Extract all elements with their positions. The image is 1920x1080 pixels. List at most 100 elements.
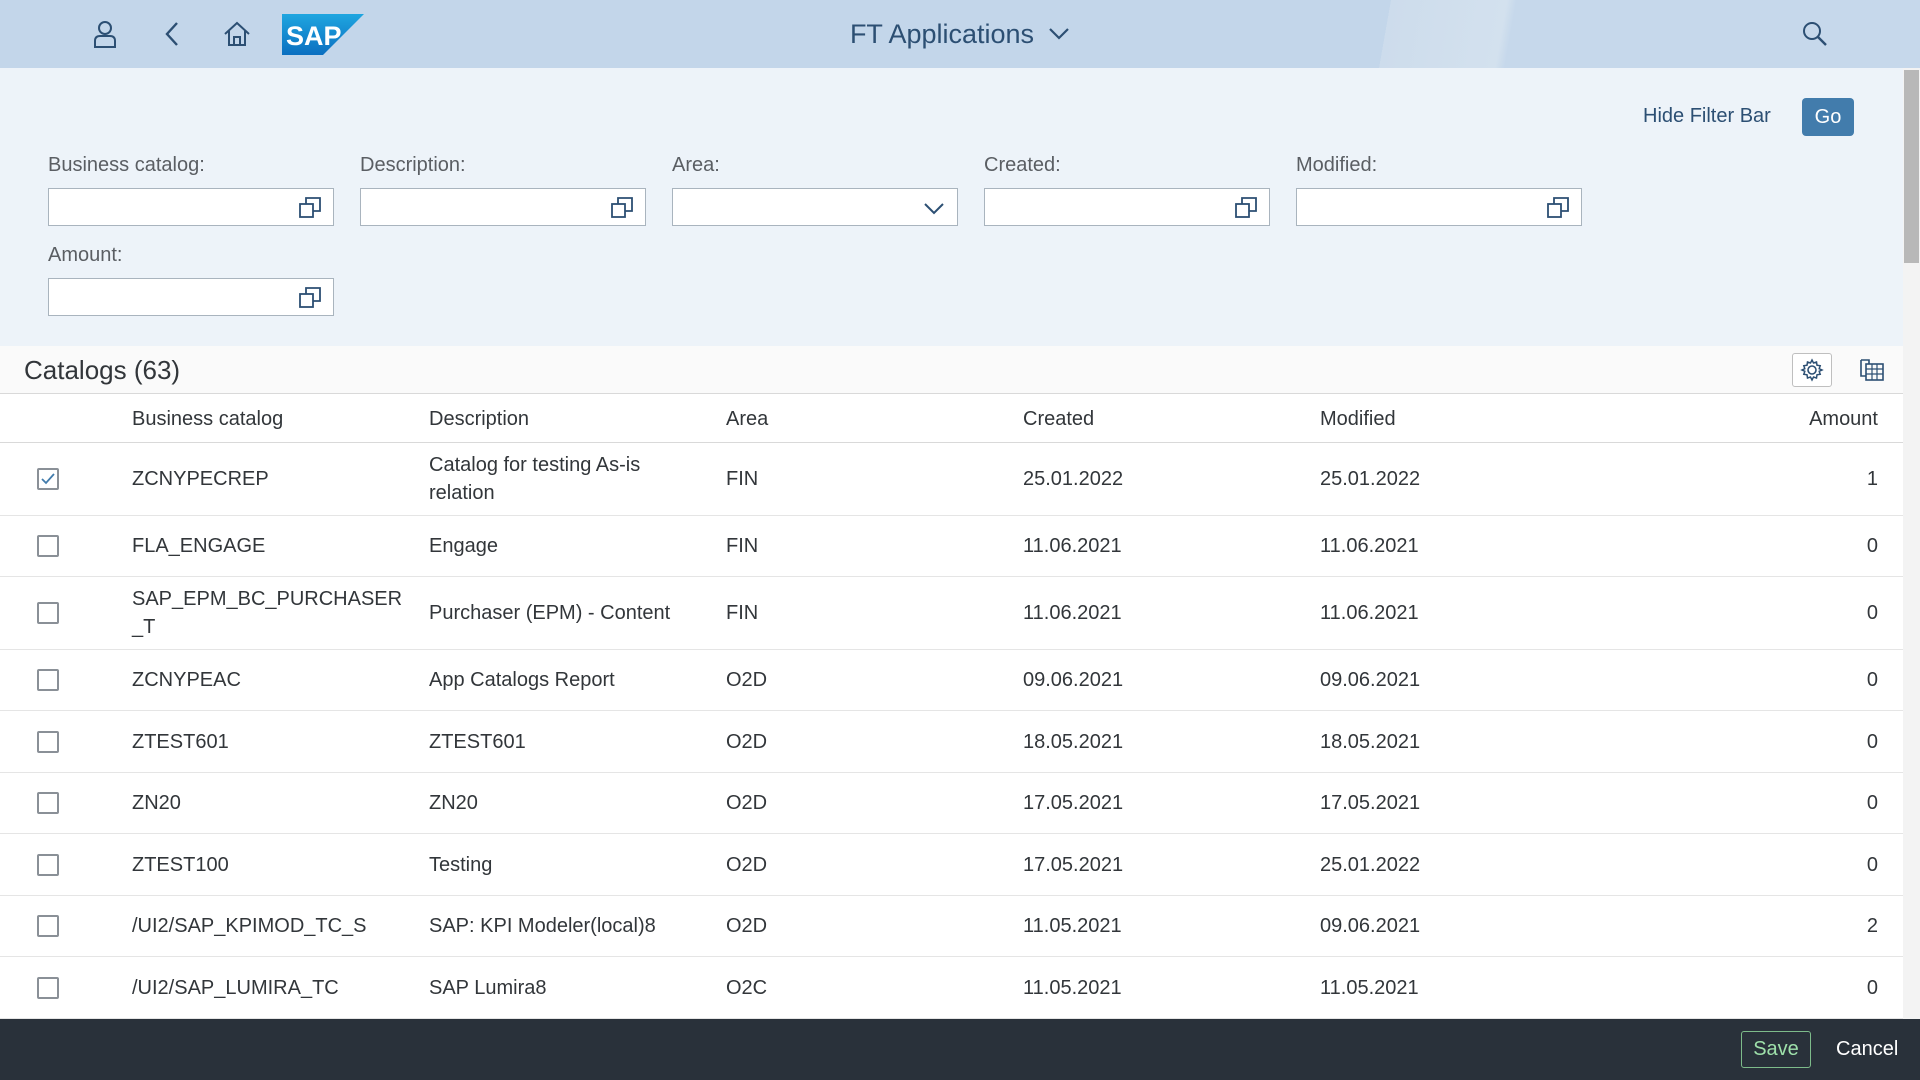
cell-description: Catalog for testing As-is relation [429,454,641,504]
cell-created: 11.05.2021 [1023,977,1122,999]
home-icon[interactable] [217,14,257,54]
row-checkbox[interactable] [37,602,59,624]
cancel-button[interactable]: Cancel [1836,1038,1898,1061]
cell-business-catalog: FLA_ENGAGE [132,535,266,557]
column-header-area[interactable]: Area [726,408,768,431]
scrollbar-thumb[interactable] [1904,70,1919,263]
value-help-icon[interactable] [1547,197,1569,219]
cell-modified: 11.06.2021 [1320,535,1419,557]
cell-area: FIN [726,468,759,490]
table-row[interactable]: /UI2/SAP_LUMIRA_TC SAP Lumira8 O2C 11.05… [0,957,1903,1019]
go-button[interactable]: Go [1802,98,1854,136]
cell-modified: 09.06.2021 [1320,669,1421,691]
cell-created: 11.06.2021 [1023,602,1122,624]
save-button[interactable]: Save [1741,1031,1811,1068]
cell-created: 18.05.2021 [1023,731,1124,753]
cell-modified: 18.05.2021 [1320,731,1421,753]
row-checkbox[interactable] [37,977,59,999]
table-row[interactable]: FLA_ENGAGE Engage FIN 11.06.2021 11.06.2… [0,516,1903,577]
cell-modified: 11.05.2021 [1320,977,1419,999]
business-catalog-label: Business catalog: [48,154,205,176]
table-row[interactable]: ZTEST100 Testing O2D 17.05.2021 25.01.20… [0,834,1903,896]
app-title[interactable]: FT Applications [850,19,1034,50]
row-checkbox[interactable] [37,669,59,691]
table-row[interactable]: /UI2/SAP_KPIMOD_TC_S SAP: KPI Modeler(lo… [0,896,1903,957]
cell-created: 25.01.2022 [1023,468,1124,490]
cell-area: O2D [726,792,768,814]
table-title: Catalogs (63) [24,355,181,385]
row-checkbox[interactable] [37,854,59,876]
cell-modified: 25.01.2022 [1320,468,1421,490]
table-row[interactable]: ZCNYPECREP Catalog for testing As-is rel… [0,443,1903,516]
cell-description: SAP: KPI Modeler(local)8 [429,915,656,937]
cell-amount: 0 [1866,669,1878,691]
cell-amount: 1 [1866,468,1878,490]
cell-created: 11.06.2021 [1023,535,1122,557]
created-label: Created: [984,154,1061,176]
cell-amount: 0 [1866,854,1878,876]
amount-label: Amount: [48,244,123,266]
user-icon[interactable] [85,14,125,54]
cell-description: SAP Lumira8 [429,977,547,999]
cell-amount: 0 [1866,602,1878,624]
cell-business-catalog: ZTEST100 [132,854,229,876]
cell-description: Purchaser (EPM) - Content [429,602,671,624]
cell-business-catalog: SAP_EPM_BC_PURCHASER_T [132,588,403,638]
value-help-icon[interactable] [299,287,321,309]
cell-amount: 0 [1866,731,1878,753]
area-label: Area: [672,154,720,176]
value-help-icon[interactable] [1235,197,1257,219]
chevron-down-icon[interactable] [923,197,945,219]
table-header: Business catalog Description Area Create… [0,394,1903,443]
cell-modified: 25.01.2022 [1320,854,1421,876]
modified-field[interactable] [1296,188,1582,226]
row-checkbox[interactable] [37,468,59,490]
table-settings-button[interactable] [1792,353,1832,387]
cell-amount: 0 [1866,977,1878,999]
table-toolbar: Catalogs (63) [0,346,1903,394]
cell-area: O2D [726,915,768,937]
cell-description: ZTEST601 [429,731,526,753]
export-button[interactable] [1852,353,1892,387]
cell-amount: 2 [1866,915,1878,937]
cell-modified: 17.05.2021 [1320,792,1421,814]
cell-business-catalog: ZN20 [132,792,181,814]
row-checkbox[interactable] [37,535,59,557]
cell-created: 17.05.2021 [1023,792,1124,814]
value-help-icon[interactable] [611,197,633,219]
row-checkbox[interactable] [37,915,59,937]
table-row[interactable]: ZTEST601 ZTEST601 O2D 18.05.2021 18.05.2… [0,711,1903,773]
svg-text:SAP: SAP [286,21,342,51]
table-row[interactable]: SAP_EPM_BC_PURCHASER_T Purchaser (EPM) -… [0,577,1903,650]
check-icon [41,473,55,485]
chevron-down-icon[interactable] [1048,27,1070,41]
cell-business-catalog: ZCNYPEAC [132,669,241,691]
column-header-created[interactable]: Created [1023,408,1094,431]
area-select[interactable] [672,188,958,226]
description-field[interactable] [360,188,646,226]
cell-amount: 0 [1866,535,1878,557]
column-header-business-catalog[interactable]: Business catalog [132,408,283,431]
amount-field[interactable] [48,278,334,316]
row-checkbox[interactable] [37,731,59,753]
column-header-description[interactable]: Description [429,408,529,431]
hide-filter-bar-link[interactable]: Hide Filter Bar [1643,105,1771,128]
value-help-icon[interactable] [299,197,321,219]
export-spreadsheet-icon [1860,359,1884,381]
table-row[interactable]: ZN20 ZN20 O2D 17.05.2021 17.05.2021 0 [0,773,1903,834]
column-header-amount[interactable]: Amount [1809,408,1878,431]
description-label: Description: [360,154,466,176]
cell-description: App Catalogs Report [429,669,615,691]
cell-amount: 0 [1866,792,1878,814]
cell-description: ZN20 [429,792,478,814]
created-field[interactable] [984,188,1270,226]
sap-logo[interactable]: SAP [282,14,364,55]
column-header-modified[interactable]: Modified [1320,408,1396,431]
cell-area: O2C [726,977,768,999]
search-icon[interactable] [1795,14,1835,54]
cell-created: 11.05.2021 [1023,915,1122,937]
table-row[interactable]: ZCNYPEAC App Catalogs Report O2D 09.06.2… [0,650,1903,711]
row-checkbox[interactable] [37,792,59,814]
business-catalog-field[interactable] [48,188,334,226]
back-icon[interactable] [152,14,192,54]
